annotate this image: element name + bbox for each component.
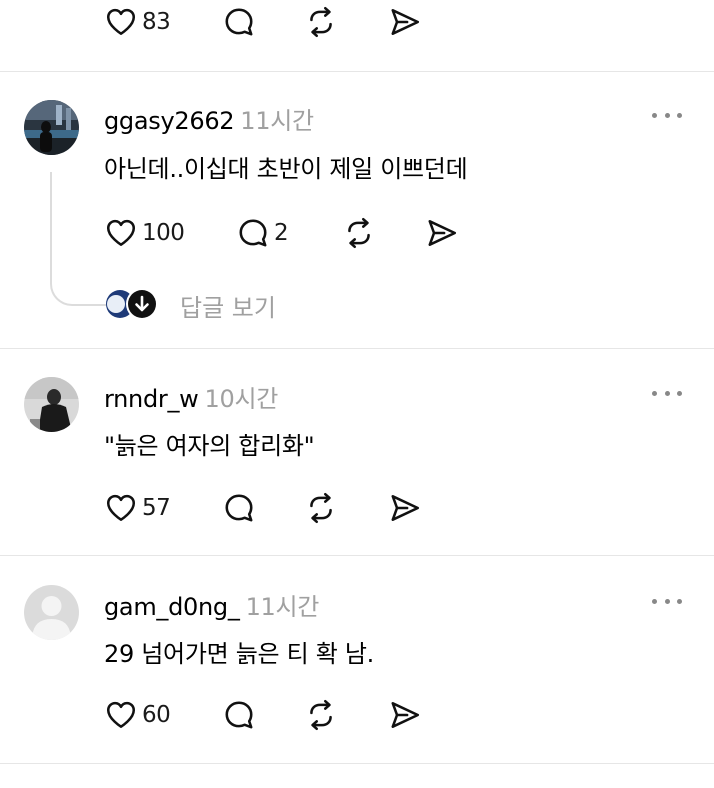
comment-text: 아닌데..이십대 초반이 제일 이쁘던데 xyxy=(104,155,468,183)
repost-icon xyxy=(304,698,338,732)
more-options-icon[interactable] xyxy=(652,595,682,607)
comment-actions: 100 2 xyxy=(104,215,464,251)
send-icon xyxy=(388,698,422,732)
comment-time: 10시간 xyxy=(204,385,279,413)
comment-time: 11시간 xyxy=(245,593,320,621)
avatar[interactable] xyxy=(24,585,79,640)
view-replies-link[interactable]: 답글 보기 xyxy=(180,288,276,323)
comment-username[interactable]: gam_d0ng_ 11시간 xyxy=(104,587,319,622)
comment-text: "늙은 여자의 합리화" xyxy=(104,432,315,460)
comment-username[interactable]: ggasy2662 11시간 xyxy=(104,101,314,136)
like-button[interactable]: 100 xyxy=(104,215,185,251)
send-icon xyxy=(388,491,422,525)
divider xyxy=(0,555,714,556)
like-count: 100 xyxy=(142,220,185,246)
heart-icon xyxy=(104,216,138,250)
share-button[interactable] xyxy=(388,490,422,526)
comment-bubble-icon xyxy=(222,491,256,525)
comment-actions: 60 xyxy=(104,697,464,733)
repost-icon xyxy=(304,5,338,39)
like-count: 57 xyxy=(142,495,171,521)
heart-icon xyxy=(104,698,138,732)
more-options-icon[interactable] xyxy=(652,109,682,121)
repost-button[interactable] xyxy=(304,4,338,40)
heart-icon xyxy=(104,5,138,39)
like-button[interactable]: 60 xyxy=(104,697,171,733)
comment-actions: 57 xyxy=(104,490,464,526)
comment-bubble-icon xyxy=(222,698,256,732)
divider xyxy=(0,71,714,72)
avatar[interactable] xyxy=(24,377,79,432)
reply-avatars[interactable] xyxy=(104,287,160,321)
avatar[interactable] xyxy=(24,100,79,155)
thread-line xyxy=(50,172,112,306)
share-button[interactable] xyxy=(388,4,422,40)
divider xyxy=(0,348,714,349)
top-post-actions: 83 xyxy=(104,4,464,40)
comment-text: 29 넘어가면 늙은 티 확 남. xyxy=(104,640,374,668)
like-count: 83 xyxy=(142,9,171,35)
send-icon xyxy=(388,5,422,39)
like-button[interactable]: 83 xyxy=(104,4,171,40)
share-button[interactable] xyxy=(388,697,422,733)
reply-button[interactable] xyxy=(222,4,256,40)
reply-button[interactable]: 2 xyxy=(236,215,289,251)
heart-icon xyxy=(104,491,138,525)
repost-button[interactable] xyxy=(342,215,376,251)
reply-button[interactable] xyxy=(222,697,256,733)
send-icon xyxy=(425,216,459,250)
comment-bubble-icon xyxy=(236,216,270,250)
reply-count: 2 xyxy=(274,220,289,246)
more-options-icon[interactable] xyxy=(652,387,682,399)
share-button[interactable] xyxy=(425,215,459,251)
comment-time: 11시간 xyxy=(240,107,314,135)
like-count: 60 xyxy=(142,702,171,728)
repost-button[interactable] xyxy=(304,490,338,526)
repost-icon xyxy=(304,491,338,525)
reply-button[interactable] xyxy=(222,490,256,526)
comment-username[interactable]: rnndr_w 10시간 xyxy=(104,379,278,414)
repost-button[interactable] xyxy=(304,697,338,733)
divider xyxy=(0,763,714,764)
like-button[interactable]: 57 xyxy=(104,490,171,526)
comment-bubble-icon xyxy=(222,5,256,39)
repost-icon xyxy=(342,216,376,250)
